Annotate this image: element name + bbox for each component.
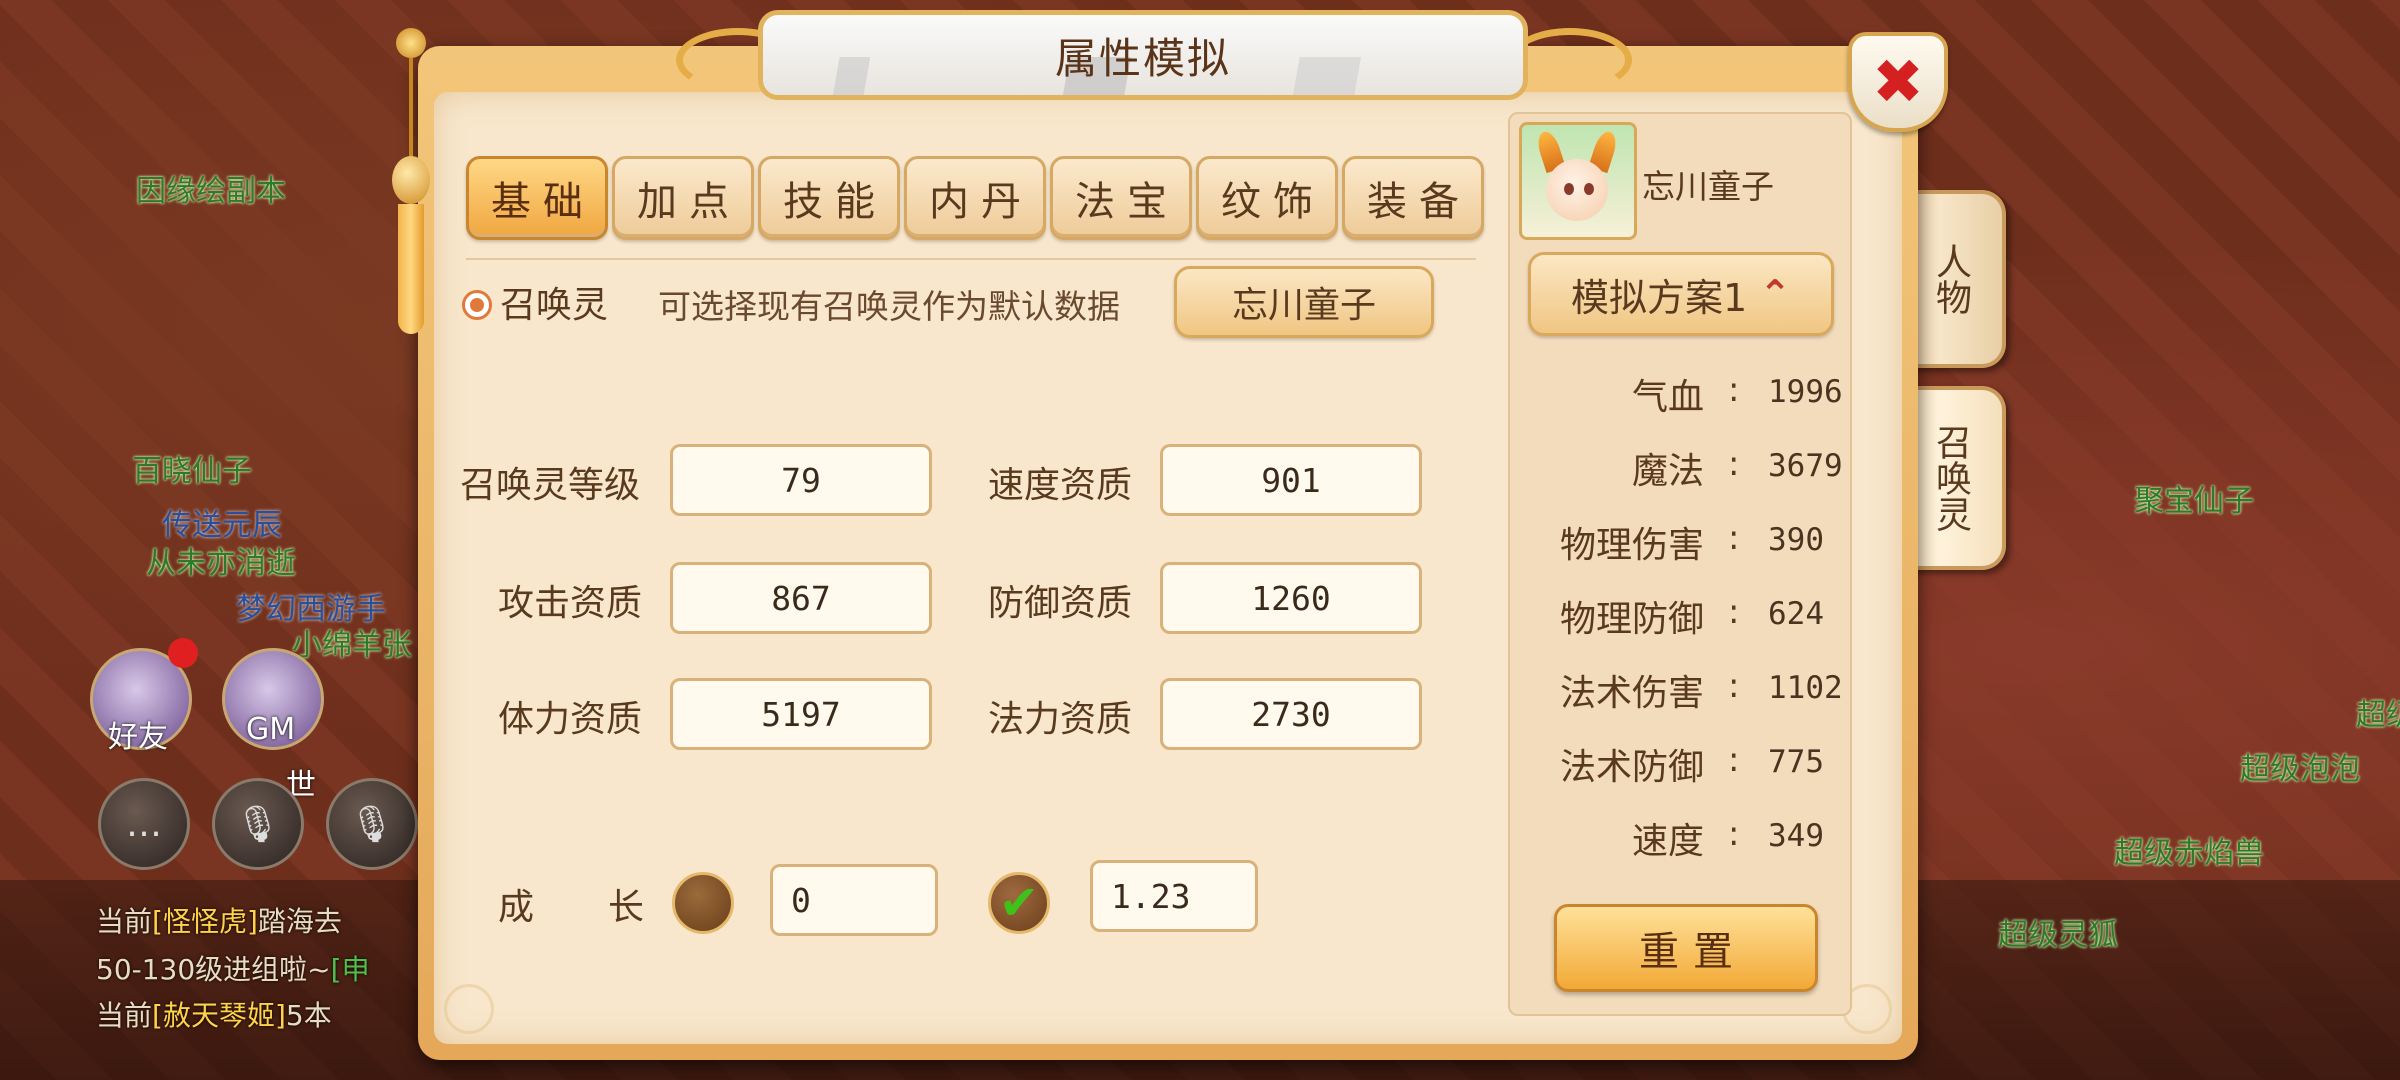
stat-value: 624 [1768, 596, 1824, 632]
friends-label[interactable]: 好友 [108, 712, 168, 756]
tab-inner-pill[interactable]: 内丹 [904, 156, 1046, 240]
growth-input[interactable]: 0 [770, 864, 938, 936]
stat-label: 物理防御 [1559, 599, 1704, 640]
npc-label[interactable]: 超级灵狐 [1998, 910, 2118, 954]
tab-basic[interactable]: 基础 [466, 156, 608, 240]
chat-player[interactable]: [怪怪虎] [152, 905, 258, 938]
tab-treasure[interactable]: 法宝 [1050, 156, 1192, 240]
chat-text: 50-130级进组啦~ [96, 953, 331, 986]
tassel-fringe [398, 204, 424, 334]
tab-skills[interactable]: 技能 [758, 156, 900, 240]
chat-text: 踏海去 [257, 905, 342, 938]
plan-dropdown-label: 模拟方案1 [1570, 275, 1748, 320]
notification-dot [168, 638, 198, 668]
hp-aptitude-input[interactable]: 5197 [670, 678, 932, 750]
defense-aptitude-label: 防御资质 [988, 583, 1133, 624]
mp-aptitude-label: 法力资质 [988, 699, 1133, 740]
tab-points[interactable]: 加点 [612, 156, 754, 240]
chat-line[interactable]: 当前[赦天琴姬]5本 [96, 994, 332, 1034]
tassel-decoration [388, 28, 434, 338]
chevron-up-icon: ⌃ [1759, 272, 1792, 316]
stat-value: 349 [1768, 818, 1824, 854]
close-icon: ✖ [1872, 45, 1924, 118]
npc-label[interactable]: 因缘绘副本 [136, 166, 286, 210]
npc-label[interactable]: 百晓仙子 [132, 446, 252, 490]
close-button[interactable]: ✖ [1848, 32, 1948, 132]
summon-select-button[interactable]: 忘川童子 [1174, 266, 1434, 338]
portrait-face [1546, 159, 1608, 221]
npc-label[interactable]: 超级赤焰兽 [2114, 828, 2264, 872]
npc-label[interactable]: 聚宝仙子 [2134, 476, 2254, 520]
speed-aptitude-input[interactable]: 901 [1160, 444, 1422, 516]
chat-prefix: 当前 [96, 999, 153, 1032]
side-tab-summon-label: 召唤灵 [1930, 424, 1971, 532]
summon-radio-label[interactable]: 召唤灵 [500, 276, 608, 328]
growth-label-char2: 长 [608, 887, 645, 928]
reset-button[interactable]: 重置 [1554, 904, 1818, 992]
growth-checked-radio[interactable]: ✔ [988, 872, 1050, 934]
pet-name: 忘川童子 [1642, 167, 1774, 206]
chat-text: 5本 [285, 999, 332, 1032]
chat-line[interactable]: 50-130级进组啦~[申 [96, 948, 370, 988]
gm-label[interactable]: GM [246, 712, 295, 747]
npc-label[interactable]: 超级 [2356, 690, 2400, 734]
chat-prefix: 当前 [96, 905, 153, 938]
growth-input-checked[interactable]: 1.23 [1090, 860, 1258, 932]
defense-aptitude-input[interactable]: 1260 [1160, 562, 1422, 634]
tassel-cord [409, 58, 413, 158]
stat-value: 390 [1768, 522, 1824, 558]
portrait-eye [1564, 183, 1574, 195]
mp-aptitude-input[interactable]: 2730 [1160, 678, 1422, 750]
stat-label: 法术防御 [1559, 747, 1704, 788]
pet-portrait[interactable] [1519, 122, 1637, 240]
portrait-eye [1584, 183, 1594, 195]
dialog-title: 属性模拟 [1054, 33, 1231, 83]
tab-ornament[interactable]: 纹饰 [1196, 156, 1338, 240]
level-label: 召唤灵等级 [460, 465, 641, 506]
stat-label: 速度 [1631, 821, 1704, 862]
tassel-knot [396, 28, 426, 58]
level-input[interactable]: 79 [670, 444, 932, 516]
speed-aptitude-label: 速度资质 [988, 465, 1133, 506]
stat-label: 气血 [1631, 377, 1704, 418]
stat-colon: : [1728, 740, 1740, 780]
stat-label: 法术伤害 [1559, 673, 1704, 714]
microphone-icon[interactable]: 🎙 [212, 778, 304, 870]
tassel-bead [392, 156, 430, 204]
microphone-icon[interactable]: 🎙 [326, 778, 418, 870]
plan-dropdown-button[interactable]: 模拟方案1 ⌃ [1528, 252, 1834, 336]
stat-value: 775 [1768, 744, 1824, 780]
summon-radio[interactable] [462, 290, 492, 320]
check-icon: ✔ [998, 875, 1040, 931]
stat-label: 魔法 [1631, 451, 1704, 492]
tab-divider [466, 258, 1476, 260]
stat-colon: : [1728, 370, 1740, 410]
stat-colon: : [1728, 592, 1740, 632]
chat-line[interactable]: 当前[怪怪虎]踏海去 [96, 900, 342, 940]
chat-player[interactable]: [赦天琴姬] [152, 999, 286, 1032]
attack-aptitude-input[interactable]: 867 [670, 562, 932, 634]
summon-hint: 可选择现有召唤灵作为默认数据 [658, 287, 1120, 326]
side-tab-character-label: 人物 [1930, 243, 1971, 315]
stat-value: 3679 [1768, 448, 1843, 484]
hp-aptitude-label: 体力资质 [498, 699, 643, 740]
growth-unchecked-radio[interactable] [672, 872, 734, 934]
chat-player[interactable]: [申 [331, 953, 370, 986]
stat-colon: : [1728, 444, 1740, 484]
title-plate: 属性模拟 [758, 10, 1528, 100]
growth-label-char1: 成 [498, 887, 535, 928]
tab-equipment[interactable]: 装备 [1342, 156, 1484, 240]
attack-aptitude-label: 攻击资质 [498, 583, 643, 624]
stat-colon: : [1728, 814, 1740, 854]
stat-value: 1996 [1768, 374, 1843, 410]
stat-label: 物理伤害 [1559, 525, 1704, 566]
stat-colon: : [1728, 666, 1740, 706]
npc-label[interactable]: 超级泡泡 [2240, 744, 2360, 788]
stat-value: 1102 [1768, 670, 1843, 706]
chat-bubble-icon[interactable]: … [98, 778, 190, 870]
npc-label[interactable]: 小绵羊张 [292, 620, 412, 664]
ornament-corner [444, 984, 494, 1034]
npc-label[interactable]: 从未亦消逝 [146, 538, 296, 582]
stat-colon: : [1728, 518, 1740, 558]
